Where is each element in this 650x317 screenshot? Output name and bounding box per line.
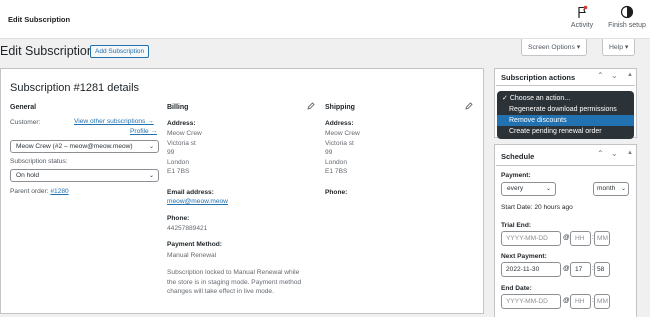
trial-end-date-input[interactable]: YYYY-MM-DD bbox=[501, 231, 561, 246]
chevron-down-icon[interactable]: ⌄ bbox=[611, 71, 618, 80]
customer-select-value: Meow Crew (#2 – meow@meow.meow) bbox=[16, 143, 133, 150]
billing-address-line: Victoria st bbox=[167, 139, 196, 147]
end-date-input[interactable]: YYYY-MM-DD bbox=[501, 294, 561, 309]
divider bbox=[496, 85, 635, 86]
toggle-panel-icon[interactable]: ▲ bbox=[627, 72, 633, 78]
interval-value: every bbox=[507, 185, 524, 192]
shipping-address-line: Meow Crew bbox=[325, 130, 360, 137]
action-option-choose[interactable]: ✓ Choose an action... bbox=[497, 93, 634, 104]
actions-dropdown[interactable]: ✓ Choose an action... Regenerate downloa… bbox=[497, 91, 634, 139]
email-label: Email address: bbox=[167, 189, 214, 196]
edit-shipping-icon[interactable] bbox=[465, 102, 473, 110]
shipping-address-line: E1 7BS bbox=[325, 168, 348, 176]
shipping-address-label: Address: bbox=[325, 120, 354, 127]
shipping-heading: Shipping bbox=[325, 104, 355, 111]
billing-address-line: London bbox=[167, 158, 190, 166]
interval-select[interactable]: every ⌄ bbox=[501, 182, 556, 196]
payment-method-value: Manual Renewal bbox=[167, 252, 217, 259]
end-date-hour-input[interactable]: HH bbox=[570, 294, 591, 309]
details-title: Subscription #1281 details bbox=[10, 82, 140, 94]
add-subscription-button[interactable]: Add Subscription bbox=[90, 45, 150, 58]
billing-address-line: 99 bbox=[167, 149, 175, 157]
billing-address: Meow Crew Victoria st 99 London E1 7BS bbox=[167, 129, 202, 177]
shipping-address: Meow Crew Victoria st 99 London E1 7BS bbox=[325, 129, 360, 177]
half-circle-icon bbox=[620, 5, 634, 19]
chevron-down-icon: ⌄ bbox=[148, 173, 154, 179]
payment-method-label: Payment Method: bbox=[167, 241, 222, 248]
parent-order-link[interactable]: #1280 bbox=[50, 188, 68, 195]
status-select-value: On hold bbox=[16, 172, 40, 179]
top-bar: Edit Subscription Activity Finish setup bbox=[0, 0, 650, 39]
activity-label: Activity bbox=[570, 22, 594, 29]
profile-link[interactable]: Profile → bbox=[130, 128, 157, 135]
at-symbol: @ bbox=[563, 297, 570, 304]
phone-label: Phone: bbox=[167, 215, 190, 222]
payment-note-line: Subscription locked to Manual Renewal wh… bbox=[167, 269, 300, 276]
status-label: Subscription status: bbox=[10, 158, 68, 165]
billing-address-label: Address: bbox=[167, 120, 196, 127]
at-symbol: @ bbox=[563, 234, 570, 241]
shipping-phone-label: Phone: bbox=[325, 189, 348, 196]
email-link[interactable]: meow@meow.meow bbox=[167, 198, 228, 205]
billing-heading: Billing bbox=[167, 104, 189, 111]
help-button[interactable]: Help ▾ bbox=[602, 39, 636, 56]
end-date-minute-input[interactable]: MM bbox=[594, 294, 610, 309]
billing-address-line: E1 7BS bbox=[167, 168, 190, 176]
trial-end-hour-input[interactable]: HH bbox=[570, 231, 591, 246]
period-select[interactable]: month ⌄ bbox=[593, 182, 629, 196]
trial-end-minute-input[interactable]: MM bbox=[594, 231, 610, 246]
finish-setup-button[interactable]: Finish setup bbox=[604, 5, 650, 29]
shipping-address-line: Victoria st bbox=[325, 139, 354, 147]
chevron-down-icon: ⌄ bbox=[545, 186, 551, 192]
page-title: Edit Subscription bbox=[0, 44, 94, 58]
at-symbol: @ bbox=[563, 265, 570, 272]
subscription-actions-title: Subscription actions bbox=[501, 73, 576, 82]
customer-select[interactable]: Meow Crew (#2 – meow@meow.meow) ⌄ bbox=[10, 140, 159, 153]
customer-label: Customer: bbox=[10, 119, 41, 126]
chevron-up-icon[interactable]: ⌃ bbox=[597, 71, 604, 80]
chevron-down-icon[interactable]: ⌄ bbox=[611, 149, 618, 158]
top-bar-title: Edit Subscription bbox=[8, 15, 71, 24]
general-heading: General bbox=[10, 104, 37, 111]
parent-order-label: Parent order: #1280 bbox=[10, 187, 69, 197]
status-select[interactable]: On hold ⌄ bbox=[10, 169, 159, 182]
action-option-create-renewal[interactable]: Create pending renewal order bbox=[497, 126, 634, 137]
chevron-down-icon: ⌄ bbox=[148, 144, 154, 150]
chevron-down-icon: ⌄ bbox=[620, 186, 626, 192]
activity-button[interactable]: Activity bbox=[565, 5, 599, 29]
edit-billing-icon[interactable] bbox=[307, 102, 315, 110]
screen-options-button[interactable]: Screen Options ▾ bbox=[521, 39, 588, 56]
chevron-up-icon[interactable]: ⌃ bbox=[597, 149, 604, 158]
next-payment-label: Next Payment: bbox=[501, 253, 547, 260]
view-other-subscriptions-link[interactable]: View other subscriptions → bbox=[74, 118, 154, 125]
payment-note-line: changes will take effect in live mode. bbox=[167, 288, 274, 296]
phone-value: 44257889421 bbox=[167, 225, 208, 232]
next-payment-minute-input[interactable]: 58 bbox=[594, 262, 610, 277]
payment-note-line: the store is in staging mode. Payment me… bbox=[167, 278, 302, 286]
payment-label: Payment: bbox=[501, 172, 531, 179]
finish-setup-label: Finish setup bbox=[608, 22, 646, 29]
start-date: Start Date: 20 hours ago bbox=[501, 204, 573, 211]
trial-end-label: Trial End: bbox=[501, 222, 532, 229]
parent-order-text: Parent order: bbox=[10, 188, 49, 195]
shipping-address-line: London bbox=[325, 158, 348, 166]
period-value: month bbox=[597, 185, 616, 192]
action-option-regenerate[interactable]: Regenerate download permissions bbox=[497, 104, 634, 115]
check-icon: ✓ bbox=[502, 95, 508, 102]
toggle-panel-icon[interactable]: ▲ bbox=[627, 150, 633, 156]
shipping-address-line: 99 bbox=[325, 149, 333, 157]
flag-icon bbox=[578, 5, 588, 18]
divider bbox=[496, 165, 635, 166]
billing-address-line: Meow Crew bbox=[167, 130, 202, 137]
next-payment-hour-input[interactable]: 17 bbox=[570, 262, 591, 277]
payment-note: Subscription locked to Manual Renewal wh… bbox=[167, 268, 301, 297]
action-option-remove-discounts[interactable]: Remove discounts bbox=[497, 115, 634, 126]
schedule-title: Schedule bbox=[501, 152, 535, 161]
next-payment-date-input[interactable]: 2022-11-30 bbox=[501, 262, 561, 277]
end-date-label: End Date: bbox=[501, 285, 532, 292]
